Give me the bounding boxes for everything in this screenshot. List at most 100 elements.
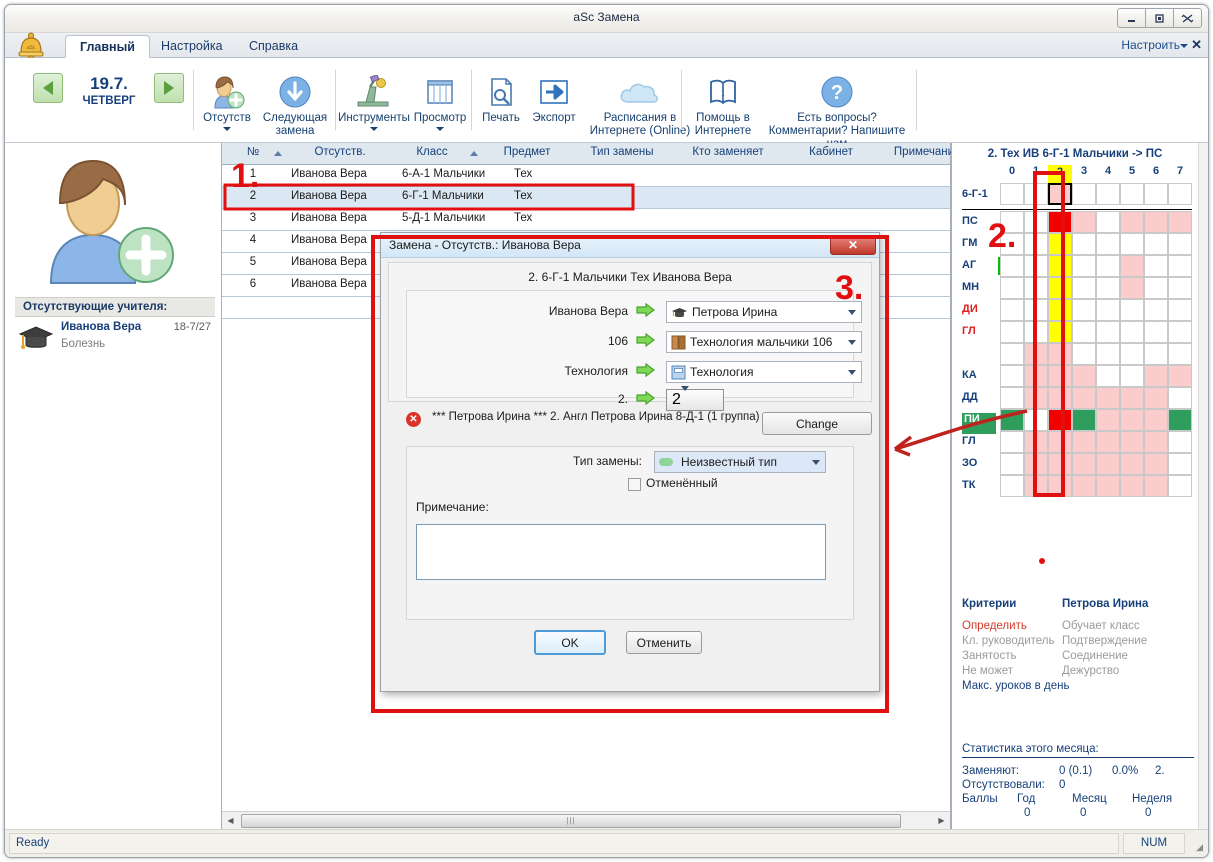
- grid-cell[interactable]: [1048, 255, 1072, 277]
- table-row[interactable]: 1 Иванова Вера 6-А-1 Мальчики Тех: [222, 165, 950, 187]
- grid-cell[interactable]: [1144, 277, 1168, 299]
- grid-cell[interactable]: [1096, 277, 1120, 299]
- grid-cell[interactable]: [1072, 233, 1096, 255]
- tab-help[interactable]: Справка: [235, 35, 312, 58]
- avatar-add-person-icon[interactable]: [33, 155, 193, 290]
- grid-cell[interactable]: [1168, 321, 1192, 343]
- grid-cell[interactable]: [1096, 255, 1120, 277]
- grid-cell[interactable]: [1072, 431, 1096, 453]
- grid-cell[interactable]: [1024, 233, 1048, 255]
- criteria-item-cannot[interactable]: Не может: [962, 665, 1013, 677]
- grid-cell[interactable]: [1168, 387, 1192, 409]
- ribbon-button-feedback[interactable]: ? Есть вопросы? Комментарии? Напишите на…: [761, 72, 913, 151]
- grid-cell[interactable]: [1120, 475, 1144, 497]
- note-textarea[interactable]: [416, 524, 826, 580]
- grid-cell[interactable]: [1144, 475, 1168, 497]
- table-row[interactable]: 2 Иванова Вера 6-Г-1 Мальчики Тех: [222, 187, 950, 209]
- grid-cell[interactable]: [1144, 431, 1168, 453]
- grid-cell[interactable]: [1168, 211, 1192, 233]
- grid-cell[interactable]: [1048, 233, 1072, 255]
- grid-cell[interactable]: [1120, 183, 1144, 205]
- grid-cell[interactable]: [1096, 431, 1120, 453]
- grid-cell[interactable]: [1144, 233, 1168, 255]
- configure-link[interactable]: Настроить: [1121, 38, 1180, 52]
- grid-cell[interactable]: [1120, 255, 1144, 277]
- grid-cell[interactable]: [1072, 475, 1096, 497]
- next-day-button[interactable]: [154, 73, 184, 103]
- absent-teacher-item[interactable]: Иванова Вера Болезнь 18-7/27: [15, 319, 215, 357]
- grid-cell[interactable]: [1144, 453, 1168, 475]
- grid-cell[interactable]: [1144, 183, 1168, 205]
- grid-cell[interactable]: [1096, 233, 1120, 255]
- grid-column-header-4[interactable]: 4: [1096, 165, 1120, 177]
- grid-cell[interactable]: [1168, 183, 1192, 205]
- grid-cell[interactable]: [1000, 409, 1024, 431]
- grid-cell[interactable]: [1000, 387, 1024, 409]
- grid-cell[interactable]: [1048, 343, 1072, 365]
- grid-cell[interactable]: [1072, 409, 1096, 431]
- grid-cell[interactable]: [1168, 299, 1192, 321]
- grid-cell[interactable]: [1000, 255, 1024, 277]
- criteria-item-maxlessons[interactable]: Макс. уроков в день: [962, 680, 1069, 692]
- grid-column-header-3[interactable]: 3: [1072, 165, 1096, 177]
- column-header-subject[interactable]: Предмет: [484, 146, 570, 158]
- grid-cell[interactable]: [1144, 409, 1168, 431]
- grid-cell[interactable]: [1168, 365, 1192, 387]
- ribbon-button-export[interactable]: Экспорт: [525, 72, 583, 125]
- grid-cell[interactable]: [1048, 277, 1072, 299]
- column-header-room[interactable]: Кабинет: [790, 146, 872, 158]
- grid-cell[interactable]: [1168, 475, 1192, 497]
- criteria-item-classteacher[interactable]: Кл. руководитель: [962, 635, 1054, 647]
- subject-combo[interactable]: Технология: [666, 361, 862, 383]
- grid-cell[interactable]: [1024, 183, 1048, 205]
- grid-cell[interactable]: [1024, 321, 1048, 343]
- grid-cell[interactable]: [1024, 387, 1048, 409]
- grid-cell[interactable]: [1072, 365, 1096, 387]
- grid-cell[interactable]: [1048, 211, 1072, 233]
- grid-cell[interactable]: [1024, 431, 1048, 453]
- right-panel-scrollbar[interactable]: [1198, 143, 1208, 829]
- chevron-down-icon[interactable]: [680, 386, 689, 409]
- grid-cell[interactable]: [1144, 343, 1168, 365]
- scrollbar-thumb[interactable]: |||: [241, 813, 901, 828]
- chevron-down-icon[interactable]: [843, 332, 861, 352]
- grid-cell[interactable]: [1120, 299, 1144, 321]
- grid-cell[interactable]: [1072, 387, 1096, 409]
- grid-cell[interactable]: [1120, 277, 1144, 299]
- grid-cell[interactable]: [1024, 255, 1048, 277]
- grid-cell[interactable]: [1120, 431, 1144, 453]
- grid-cell[interactable]: [1096, 409, 1120, 431]
- grid-cell[interactable]: [1168, 233, 1192, 255]
- grid-column-header-0[interactable]: 0: [1000, 165, 1024, 177]
- grid-cell[interactable]: [1072, 211, 1096, 233]
- grid-cell[interactable]: [1168, 277, 1192, 299]
- tab-settings[interactable]: Настройка: [147, 35, 237, 58]
- grid-cell[interactable]: [1096, 387, 1120, 409]
- grid-column-header-6[interactable]: 6: [1144, 165, 1168, 177]
- scroll-right-icon[interactable]: ▶: [933, 813, 950, 829]
- grid-cell[interactable]: [1120, 233, 1144, 255]
- grid-cell[interactable]: [1072, 453, 1096, 475]
- grid-column-header-5[interactable]: 5: [1120, 165, 1144, 177]
- scroll-left-icon[interactable]: ◀: [222, 813, 239, 829]
- grid-cell[interactable]: [1048, 365, 1072, 387]
- close-ribbon-icon[interactable]: ✕: [1191, 37, 1202, 53]
- minimize-button[interactable]: [1117, 8, 1146, 28]
- ribbon-button-print[interactable]: Печать: [475, 72, 527, 125]
- criteria-item-duty[interactable]: Дежурство: [1062, 665, 1119, 677]
- period-combo[interactable]: 2: [666, 386, 724, 411]
- ribbon-button-view[interactable]: Просмотр: [410, 72, 470, 131]
- grid-cell[interactable]: [1144, 255, 1168, 277]
- grid-cell[interactable]: [1048, 453, 1072, 475]
- criteria-item-teachesclass[interactable]: Обучает класс: [1062, 620, 1140, 632]
- grid-cell[interactable]: [1120, 387, 1144, 409]
- grid-column-header-2[interactable]: 2: [1048, 165, 1072, 183]
- grid-cell[interactable]: [1168, 453, 1192, 475]
- grid-cell[interactable]: [1144, 365, 1168, 387]
- ribbon-button-online-help[interactable]: i Помощь в Интернете: [685, 72, 761, 138]
- grid-cell[interactable]: [1168, 343, 1192, 365]
- grid-cell[interactable]: [1120, 453, 1144, 475]
- close-button[interactable]: [1173, 8, 1202, 28]
- grid-cell[interactable]: [1024, 409, 1048, 431]
- grid-cell[interactable]: [1120, 211, 1144, 233]
